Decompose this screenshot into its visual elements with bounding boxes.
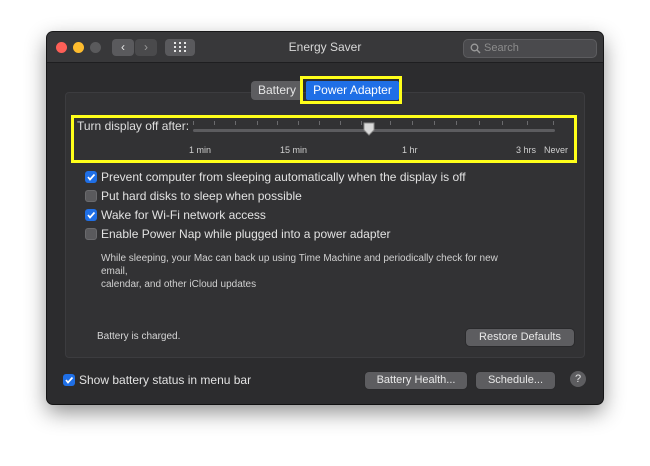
- question-icon: ?: [574, 373, 582, 385]
- disk-sleep-checkbox[interactable]: [85, 190, 97, 202]
- power-nap-description-line: calendar, and other iCloud updates: [101, 279, 257, 290]
- power-nap-description-line: While sleeping, your Mac can back up usi…: [101, 253, 498, 277]
- help-button[interactable]: ?: [570, 371, 586, 387]
- search-placeholder: Search: [484, 42, 519, 54]
- wake-wifi-label: Wake for Wi-Fi network access: [101, 208, 266, 222]
- tab-battery[interactable]: Battery: [251, 81, 303, 100]
- title-bar: ‹ › Energy Saver Search: [47, 32, 603, 63]
- slider-highlight-box: [71, 115, 577, 163]
- show-battery-status-label: Show battery status in menu bar: [79, 373, 252, 387]
- power-nap-description: While sleeping, your Mac can back up usi…: [101, 252, 501, 291]
- disk-sleep-label: Put hard disks to sleep when possible: [101, 189, 302, 203]
- prevent-sleep-label: Prevent computer from sleeping automatic…: [101, 170, 466, 184]
- battery-health-button[interactable]: Battery Health...: [365, 372, 467, 389]
- prevent-sleep-checkbox[interactable]: [85, 171, 97, 183]
- wake-wifi-checkbox[interactable]: [85, 209, 97, 221]
- search-input[interactable]: Search: [463, 39, 597, 58]
- battery-status-text: Battery is charged.: [97, 331, 181, 342]
- energy-saver-window: ‹ › Energy Saver Search Battery Power Ad…: [47, 32, 603, 404]
- tab-highlight-box: [300, 76, 402, 104]
- show-battery-status-checkbox[interactable]: [63, 374, 75, 386]
- restore-defaults-button[interactable]: Restore Defaults: [466, 329, 574, 346]
- schedule-button[interactable]: Schedule...: [476, 372, 555, 389]
- power-nap-label: Enable Power Nap while plugged into a po…: [101, 227, 391, 241]
- checkmark-icon: [87, 211, 96, 219]
- power-nap-checkbox[interactable]: [85, 228, 97, 240]
- checkmark-icon: [87, 173, 96, 181]
- checkmark-icon: [65, 376, 74, 384]
- magnifier-icon: [470, 43, 481, 54]
